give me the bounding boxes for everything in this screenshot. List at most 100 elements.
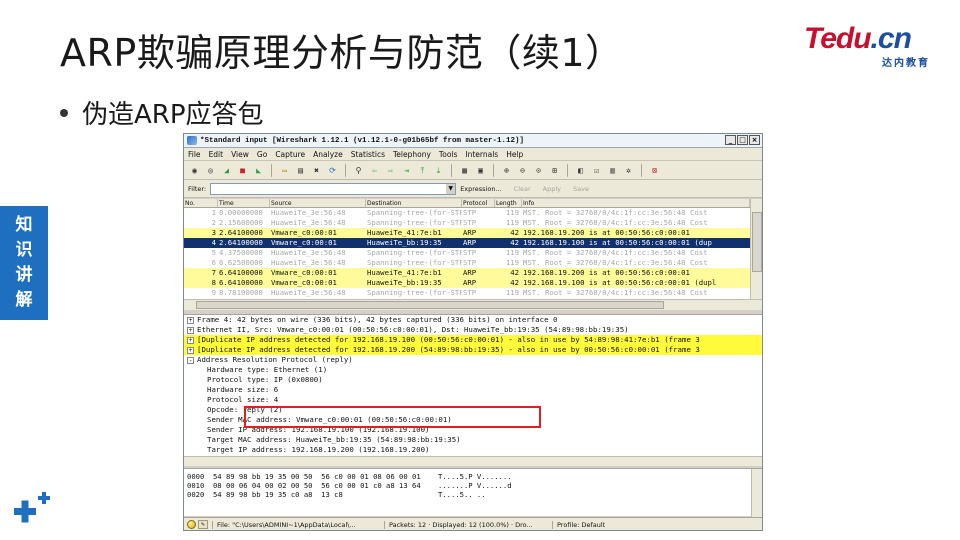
column-header-protocol[interactable]: Protocol — [462, 199, 495, 207]
menu-telephony[interactable]: Telephony — [393, 150, 431, 159]
scrollbar-thumb[interactable] — [196, 301, 664, 309]
column-header-length[interactable]: Length — [495, 199, 522, 207]
detail-tree-item[interactable]: Target MAC address: HuaweiTe_bb:19:35 (5… — [184, 435, 762, 445]
menu-statistics[interactable]: Statistics — [351, 150, 385, 159]
capture-filters-icon[interactable]: ◧ — [574, 164, 587, 177]
packet-protocol: STP — [463, 288, 477, 297]
details-hscrollbar[interactable] — [184, 456, 762, 466]
column-header-no[interactable]: No. — [184, 199, 218, 207]
column-header-info[interactable]: Info — [522, 199, 750, 207]
packet-length: 42 — [510, 268, 519, 277]
status-profile[interactable]: Profile: Default — [552, 520, 609, 529]
capture-options-icon[interactable]: ◎ — [204, 164, 217, 177]
hex-dump-line[interactable]: 0010 08 00 06 04 00 02 00 50 56 c0 00 01… — [184, 481, 762, 490]
packet-info: 192.168.19.200 is at 00:50:56:c0:00:01 — [523, 268, 690, 277]
find-icon[interactable]: ⚲ — [352, 164, 365, 177]
close-button[interactable]: × — [749, 135, 760, 145]
packet-row[interactable]: 6 6.62500000 HuaweiTe_3e:56:48 Spanning-tre… — [184, 258, 750, 268]
menu-help[interactable]: Help — [506, 150, 523, 159]
menu-analyze[interactable]: Analyze — [313, 150, 343, 159]
detail-tree-item[interactable]: + [Duplicate IP address detected for 192.… — [184, 335, 762, 345]
capture-comment-icon[interactable]: ✎ — [198, 520, 208, 529]
hex-dump-line[interactable]: 0020 54 89 98 bb 19 35 c0 a8 13 c8 T....… — [184, 490, 762, 499]
detail-tree-item[interactable]: + [Duplicate IP address detected for 192.… — [184, 345, 762, 355]
zoom-normal-icon[interactable]: ⊙ — [532, 164, 545, 177]
coloring-rules-icon[interactable]: ▥ — [606, 164, 619, 177]
expert-info-icon[interactable] — [187, 520, 196, 529]
forward-icon[interactable]: ⇨ — [384, 164, 397, 177]
help-icon[interactable]: ⊠ — [648, 164, 661, 177]
autoscroll-icon[interactable]: ▣ — [474, 164, 487, 177]
expand-icon[interactable]: + — [187, 316, 194, 324]
detail-tree-item[interactable]: Hardware size: 6 — [184, 385, 762, 395]
packet-row[interactable]: 2 2.15600000 HuaweiTe_3e:56:48 Spanning-tre… — [184, 218, 750, 228]
detail-tree-item[interactable]: + Frame 4: 42 bytes on wire (336 bits), 4… — [184, 315, 762, 325]
stop-capture-icon[interactable]: ■ — [236, 164, 249, 177]
menu-go[interactable]: Go — [257, 150, 267, 159]
menu-tools[interactable]: Tools — [439, 150, 457, 159]
back-icon[interactable]: ⇦ — [368, 164, 381, 177]
colorize-icon[interactable]: ▦ — [458, 164, 471, 177]
reload-icon[interactable]: ⟳ — [326, 164, 339, 177]
menu-view[interactable]: View — [231, 150, 249, 159]
toolbar-separator — [271, 163, 272, 177]
save-file-icon[interactable]: ▤ — [294, 164, 307, 177]
collapse-icon[interactable]: - — [187, 356, 194, 364]
column-header-destination[interactable]: Destination — [366, 199, 462, 207]
packet-row[interactable]: 4 2.64100000 Vmware_c0:00:01 HuaweiTe_bb:19… — [184, 238, 750, 248]
expand-icon[interactable]: + — [187, 346, 194, 354]
restart-capture-icon[interactable]: ◣ — [252, 164, 265, 177]
minimize-button[interactable]: _ — [725, 135, 736, 145]
open-file-icon[interactable]: ▭ — [278, 164, 291, 177]
packet-length: 42 — [510, 228, 519, 237]
filter-clear-button[interactable]: Clear — [514, 185, 531, 193]
detail-tree-item[interactable]: + Ethernet II, Src: Vmware_c0:00:01 (00:5… — [184, 325, 762, 335]
window-titlebar[interactable]: *Standard input [Wireshark 1.12.1 (v1.12… — [184, 134, 762, 148]
detail-tree-item[interactable]: Target IP address: 192.168.19.200 (192.1… — [184, 445, 762, 455]
filter-apply-button[interactable]: Apply — [543, 185, 561, 193]
packet-source: Vmware_c0:00:01 — [271, 268, 337, 277]
menu-internals[interactable]: Internals — [465, 150, 498, 159]
packet-row[interactable]: 9 8.78100000 HuaweiTe_3e:56:48 Spanning-tre… — [184, 288, 750, 298]
filter-dropdown-icon[interactable]: ▼ — [446, 183, 456, 194]
start-capture-icon[interactable]: ◢ — [220, 164, 233, 177]
packet-list-scrollbar[interactable] — [750, 199, 762, 299]
expand-icon[interactable]: + — [187, 326, 194, 334]
scrollbar-thumb[interactable] — [752, 212, 762, 272]
expand-icon[interactable]: + — [187, 336, 194, 344]
filter-expression-button[interactable]: Expression... — [460, 185, 501, 193]
column-header-source[interactable]: Source — [270, 199, 366, 207]
packet-row[interactable]: 1 0.00000000 HuaweiTe_3e:56:48 Spanning-tre… — [184, 208, 750, 218]
hex-dump-line[interactable]: 0000 54 89 98 bb 19 35 00 50 56 c0 00 01… — [184, 472, 762, 481]
last-packet-icon[interactable]: ⤓ — [432, 164, 445, 177]
toolbar-separator — [567, 163, 568, 177]
status-bar: ✎ File: "C:\Users\ADMINI~1\AppData\Local… — [184, 517, 762, 530]
packet-time: 2.64100000 — [219, 228, 263, 237]
first-packet-icon[interactable]: ⤒ — [416, 164, 429, 177]
display-filters-icon[interactable]: ☑ — [590, 164, 603, 177]
detail-tree-item[interactable]: Protocol size: 4 — [184, 395, 762, 405]
packet-list-hscrollbar[interactable] — [184, 299, 762, 310]
packet-row[interactable]: 5 4.37500000 HuaweiTe_3e:56:48 Spanning-tre… — [184, 248, 750, 258]
detail-tree-item[interactable]: - Address Resolution Protocol (reply) — [184, 355, 762, 365]
interface-list-icon[interactable]: ◉ — [188, 164, 201, 177]
packet-row[interactable]: 3 2.64100000 Vmware_c0:00:01 HuaweiTe_41:7e… — [184, 228, 750, 238]
close-file-icon[interactable]: ✖ — [310, 164, 323, 177]
menu-capture[interactable]: Capture — [275, 150, 305, 159]
resize-columns-icon[interactable]: ⊞ — [548, 164, 561, 177]
bytes-scrollbar[interactable] — [751, 469, 762, 517]
packet-row[interactable]: 8 6.64100000 Vmware_c0:00:01 HuaweiTe_bb:19… — [184, 278, 750, 288]
column-header-time[interactable]: Time — [218, 199, 270, 207]
maximize-button[interactable]: □ — [737, 135, 748, 145]
menu-file[interactable]: File — [188, 150, 201, 159]
packet-row[interactable]: 7 6.64100000 Vmware_c0:00:01 HuaweiTe_41:7e… — [184, 268, 750, 278]
zoom-in-icon[interactable]: ⊕ — [500, 164, 513, 177]
filter-input[interactable]: ▼ — [210, 182, 457, 195]
go-to-icon[interactable]: ⇥ — [400, 164, 413, 177]
zoom-out-icon[interactable]: ⊖ — [516, 164, 529, 177]
menu-edit[interactable]: Edit — [209, 150, 224, 159]
detail-tree-item[interactable]: Protocol type: IP (0x0800) — [184, 375, 762, 385]
preferences-icon[interactable]: ✲ — [622, 164, 635, 177]
detail-tree-item[interactable]: Hardware type: Ethernet (1) — [184, 365, 762, 375]
filter-save-button[interactable]: Save — [573, 185, 589, 193]
